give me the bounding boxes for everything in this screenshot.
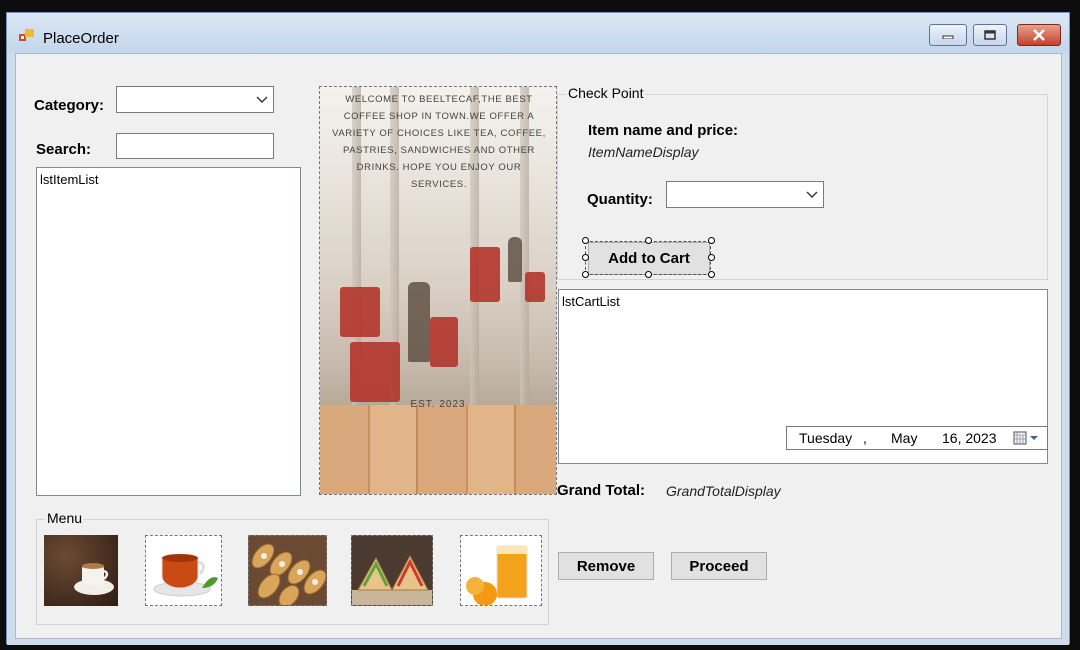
est-text: EST. 2023 [410,399,466,410]
resize-handle[interactable] [582,237,589,244]
restore-icon [984,30,996,40]
date-separator: , [863,430,867,446]
close-button[interactable] [1017,24,1061,46]
grand-total-display: GrandTotalDisplay [666,483,781,499]
cafe-picture: WELCOME TO BEELTECAF,THE BEST COFFEE SHO… [319,86,557,495]
resize-handle[interactable] [582,254,589,261]
place-order-window: PlaceOrder Category: Search: lstItemList [6,12,1070,645]
chevron-down-icon [256,96,268,103]
juice-icon[interactable] [460,535,542,606]
title-bar[interactable]: PlaceOrder [7,13,1069,53]
search-label: Search: [36,141,92,158]
resize-handle[interactable] [645,271,652,278]
cart-list-placeholder: lstCartList [562,294,620,309]
category-combobox[interactable] [116,86,274,113]
maximize-button[interactable] [973,24,1007,46]
resize-handle[interactable] [708,237,715,244]
minimize-button[interactable] [929,24,967,46]
minimize-icon [942,35,954,39]
form-client-area: Category: Search: lstItemList WELCOME TO… [15,53,1062,639]
menu-legend: Menu [45,510,85,526]
calendar-dropdown-icon[interactable] [1013,431,1041,445]
window-title: PlaceOrder [43,30,119,47]
welcome-text: WELCOME TO BEELTECAF,THE BEST COFFEE SHO… [332,94,546,190]
chevron-down-icon [806,191,818,198]
proceed-button[interactable]: Proceed [671,552,767,580]
grand-total-label: Grand Total: [557,482,646,499]
coffee-icon[interactable] [44,535,118,606]
item-listbox[interactable]: lstItemList [36,167,301,496]
resize-handle[interactable] [582,271,589,278]
category-label: Category: [34,97,105,114]
checkpoint-legend: Check Point [566,85,646,101]
item-name-price-label: Item name and price: [588,122,739,139]
resize-handle[interactable] [708,254,715,261]
tea-icon[interactable] [145,535,222,606]
item-name-display: ItemNameDisplay [588,144,699,160]
sandwich-icon[interactable] [351,535,433,606]
order-date-picker[interactable]: Tuesday , May 16, 2023 [786,426,1048,450]
remove-button[interactable]: Remove [558,552,654,580]
quantity-combobox[interactable] [666,181,824,208]
window-bottom-border [7,639,1069,645]
resize-handle[interactable] [708,271,715,278]
designer-selection-frame [585,241,711,275]
item-list-placeholder: lstItemList [40,172,99,187]
app-icon [19,29,34,41]
date-month: May [891,430,918,446]
resize-handle[interactable] [645,237,652,244]
date-day-year: 16, 2023 [942,430,997,446]
quantity-label: Quantity: [587,191,653,208]
date-weekday: Tuesday [799,430,853,446]
search-input[interactable] [116,133,274,159]
close-icon [1033,29,1045,41]
pastries-icon[interactable] [248,535,327,606]
